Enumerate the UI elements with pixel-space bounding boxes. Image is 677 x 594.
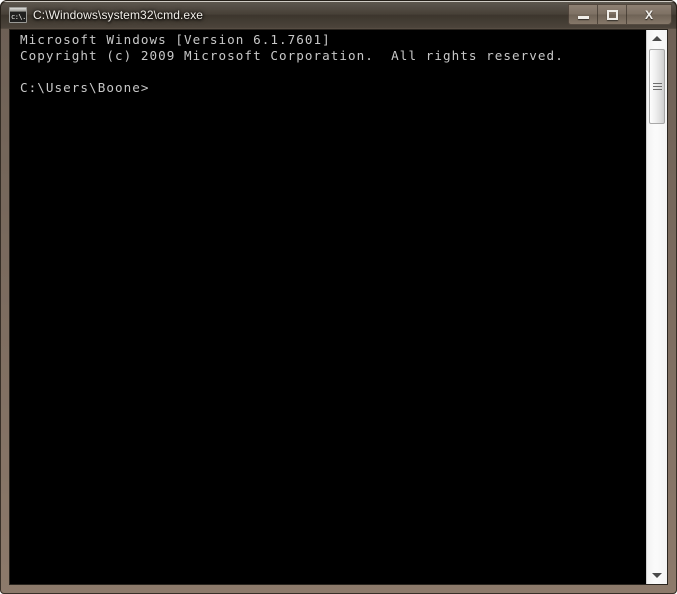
- maximize-button[interactable]: [597, 4, 626, 25]
- icon-prompt-text: c:\.: [11, 13, 26, 21]
- window-title: C:\Windows\system32\cmd.exe: [33, 8, 204, 22]
- cmd-console-icon[interactable]: c:\.: [9, 7, 27, 23]
- vertical-scrollbar[interactable]: [646, 30, 667, 584]
- console-client-area[interactable]: Microsoft Windows [Version 6.1.7601] Cop…: [9, 29, 668, 585]
- window-controls: X: [568, 4, 672, 25]
- icon-titlebar-strip: [10, 8, 26, 12]
- console-text: Microsoft Windows [Version 6.1.7601] Cop…: [20, 32, 564, 95]
- maximize-icon: [606, 9, 618, 20]
- scroll-down-button[interactable]: [647, 567, 667, 584]
- scroll-up-button[interactable]: [647, 30, 667, 47]
- scroll-up-arrow-icon: [652, 36, 662, 41]
- minimize-button[interactable]: [568, 4, 597, 25]
- cmd-window[interactable]: c:\. C:\Windows\system32\cmd.exe X Micro…: [0, 0, 677, 594]
- close-button[interactable]: X: [626, 4, 672, 25]
- scrollbar-thumb[interactable]: [649, 49, 665, 124]
- title-bar[interactable]: c:\. C:\Windows\system32\cmd.exe X: [1, 2, 676, 28]
- scroll-down-arrow-icon: [652, 573, 662, 578]
- console-output-area[interactable]: Microsoft Windows [Version 6.1.7601] Cop…: [10, 30, 647, 584]
- close-icon: X: [644, 7, 653, 22]
- minimize-icon: [577, 15, 589, 19]
- scrollbar-grip-icon: [652, 81, 662, 92]
